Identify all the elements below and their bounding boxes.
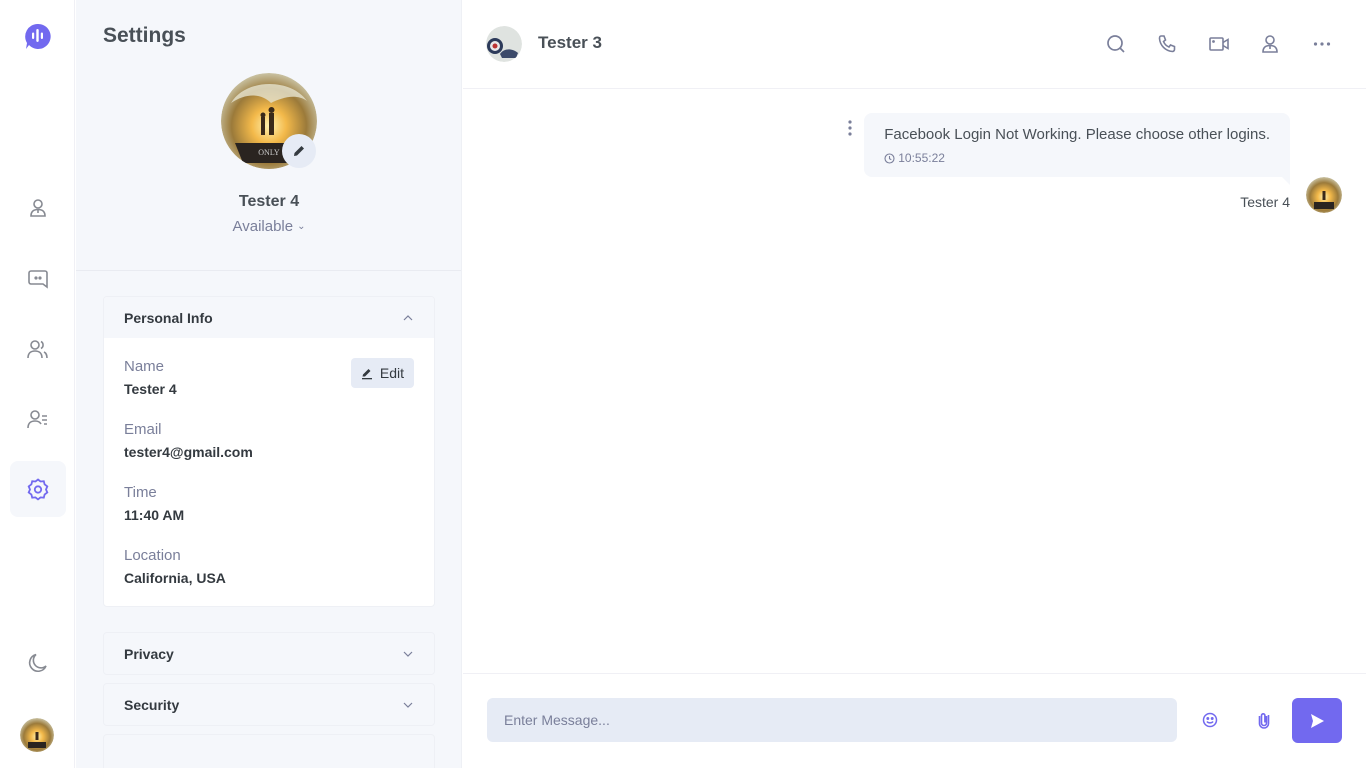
more-options-button[interactable] — [1311, 33, 1333, 55]
theme-toggle[interactable] — [10, 635, 66, 691]
privacy-section: Privacy — [103, 632, 435, 675]
edit-button-label: Edit — [379, 365, 404, 381]
user-icon — [1262, 35, 1278, 53]
message-author: Tester 4 — [1240, 194, 1290, 210]
personal-info-body: Edit Name Tester 4 Email tester4@gmail.c… — [104, 338, 434, 606]
page-title: Settings — [103, 24, 186, 47]
contact-name[interactable]: Tester 3 — [538, 33, 602, 53]
privacy-header[interactable]: Privacy — [104, 633, 434, 674]
chevron-down-icon — [403, 702, 413, 708]
privacy-title: Privacy — [124, 645, 174, 662]
field-value: tester4@gmail.com — [124, 444, 253, 460]
security-section: Security — [103, 683, 435, 726]
emoji-icon[interactable] — [1200, 710, 1220, 730]
moon-icon — [28, 653, 47, 672]
message-icon — [28, 270, 48, 289]
field-label: Location — [124, 547, 181, 564]
icon-rail — [0, 0, 75, 768]
message-menu-icon[interactable] — [846, 119, 854, 137]
field-email: Email tester4@gmail.com — [124, 421, 414, 460]
divider — [76, 270, 461, 271]
video-call-button[interactable] — [1208, 33, 1230, 55]
status-dropdown[interactable]: Available ⌄ — [76, 218, 461, 235]
edit-photo-button[interactable] — [282, 134, 316, 168]
security-title: Security — [124, 696, 180, 713]
chat-area: Tester 3 Facebook Login Not Working. Ple… — [463, 0, 1366, 768]
chevron-up-icon — [403, 314, 413, 320]
call-button[interactable] — [1156, 33, 1178, 55]
group-icon — [27, 340, 48, 359]
nav-profile[interactable] — [10, 180, 66, 236]
message: Facebook Login Not Working. Please choos… — [848, 113, 1290, 210]
phone-icon — [1158, 35, 1176, 53]
search-icon — [1107, 35, 1125, 53]
pencil-icon — [361, 368, 372, 379]
clock-icon — [884, 152, 895, 164]
user-avatar[interactable] — [20, 718, 54, 752]
field-value: California, USA — [124, 570, 226, 586]
chevron-down-icon — [403, 651, 413, 657]
more-section[interactable] — [103, 734, 435, 768]
message-time-value: 10:55:22 — [898, 151, 945, 165]
message-text: Facebook Login Not Working. Please choos… — [884, 126, 1270, 143]
svg-text:ONLY: ONLY — [258, 148, 280, 157]
message-bubble: Facebook Login Not Working. Please choos… — [864, 113, 1290, 185]
field-location: Location California, USA — [124, 547, 414, 586]
chevron-down-icon: ⌄ — [297, 221, 306, 232]
chat-header: Tester 3 — [463, 0, 1366, 89]
message-author-avatar — [1306, 177, 1342, 213]
contacts-icon — [27, 410, 47, 429]
field-value: 11:40 AM — [124, 507, 185, 523]
gear-icon — [27, 478, 49, 501]
contact-avatar[interactable] — [486, 26, 522, 62]
security-header[interactable]: Security — [104, 684, 434, 725]
message-time: 10:55:22 — [884, 151, 1270, 165]
personal-info-title: Personal Info — [124, 309, 213, 326]
user-icon — [30, 199, 46, 217]
contact-info-button[interactable] — [1259, 33, 1281, 55]
send-button[interactable] — [1292, 698, 1342, 743]
search-button[interactable] — [1105, 33, 1127, 55]
attachment-icon[interactable] — [1254, 710, 1274, 730]
field-label: Email — [124, 421, 162, 438]
status-label: Available — [232, 218, 294, 235]
nav-groups[interactable] — [10, 321, 66, 377]
settings-panel: Settings ONLY Tester 4 Available ⌄ Person… — [76, 0, 462, 768]
personal-info-section: Personal Info Edit Name Tester 4 Email t… — [103, 296, 435, 607]
field-time: Time 11:40 AM — [124, 484, 414, 523]
nav-settings[interactable] — [10, 461, 66, 517]
chat-logo-icon[interactable] — [24, 23, 51, 50]
pencil-icon — [294, 146, 304, 156]
send-icon — [1311, 713, 1324, 728]
nav-chats[interactable] — [10, 251, 66, 307]
nav-contacts[interactable] — [10, 391, 66, 447]
field-label: Time — [124, 484, 157, 501]
more-icon — [1313, 42, 1331, 46]
personal-info-header[interactable]: Personal Info — [104, 297, 434, 338]
edit-button[interactable]: Edit — [350, 358, 414, 388]
message-composer — [463, 673, 1366, 768]
video-icon — [1209, 37, 1229, 51]
message-input[interactable] — [487, 698, 1177, 742]
profile-name: Tester 4 — [238, 193, 300, 210]
